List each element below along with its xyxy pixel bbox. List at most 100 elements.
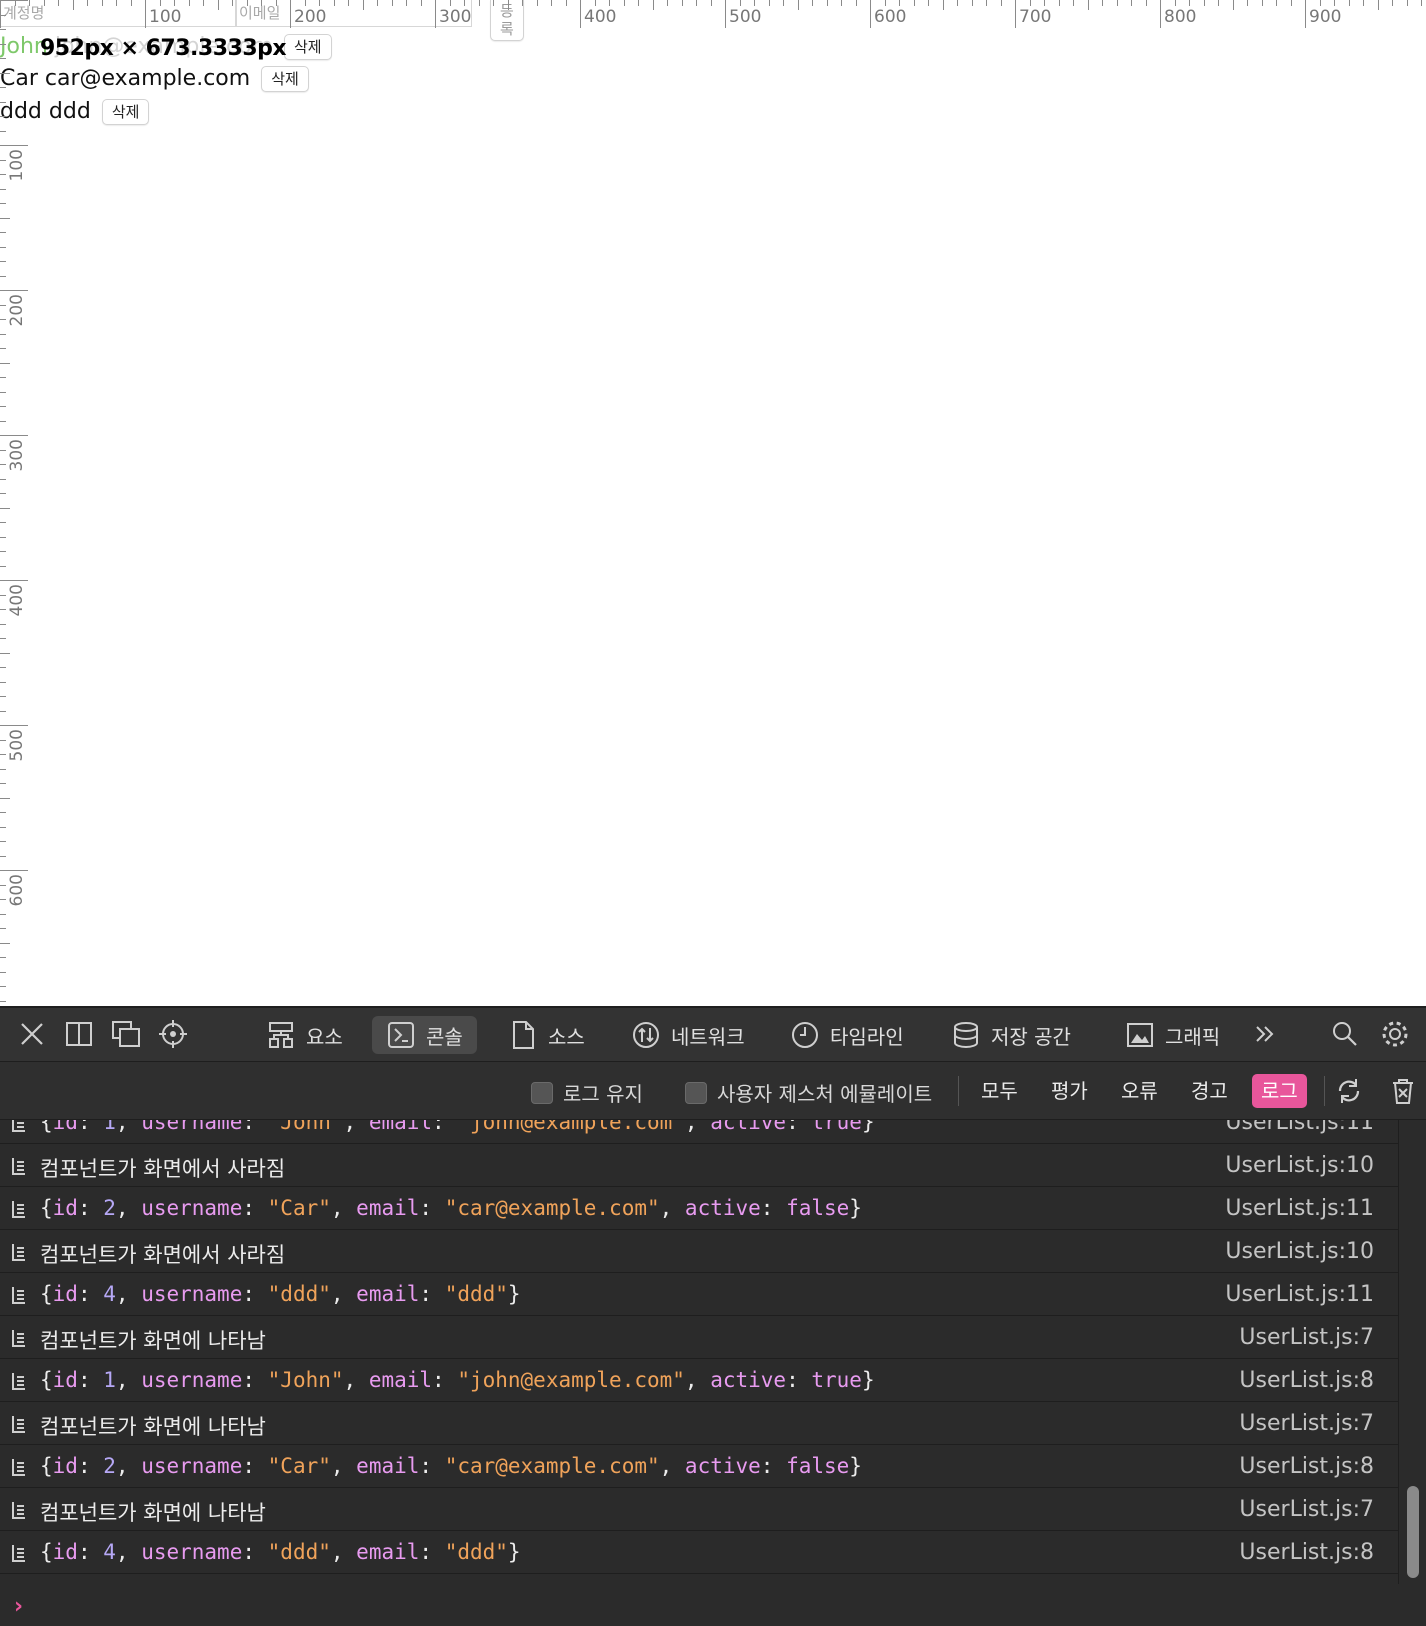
filter-errors[interactable]: 오류	[1112, 1074, 1167, 1108]
checkbox-label: 로그 유지	[563, 1082, 643, 1106]
console-log-row[interactable]: {id: 1, username: "John", email: "john@e…	[0, 1360, 1398, 1402]
reload-icon[interactable]	[1334, 1076, 1364, 1106]
object-key: email	[356, 1282, 420, 1306]
clear-console-icon[interactable]	[1388, 1076, 1418, 1106]
user-item: ddd ddd 삭제	[0, 99, 150, 125]
console-scrollbar[interactable]	[1398, 1120, 1426, 1584]
log-source-link[interactable]: UserList.js:11	[1225, 1282, 1374, 1307]
console-log-row[interactable]: 컴포넌트가 화면에 나타남 UserList.js:7	[0, 1489, 1398, 1531]
log-level-icon	[12, 1502, 25, 1519]
detach-window-icon[interactable]	[111, 1019, 141, 1049]
object-value: false	[786, 1454, 850, 1478]
checkbox-box[interactable]	[685, 1081, 707, 1104]
inspector-tab-bar: 요소 콘솔 소스 네트워크 타임라인 저장 공간 그래픽	[0, 1006, 1426, 1062]
object-value: 1	[103, 1120, 116, 1134]
delete-button[interactable]: 삭제	[283, 34, 332, 60]
object-key: id	[52, 1120, 78, 1134]
log-level-icon	[12, 1244, 25, 1261]
tab-label: 그래픽	[1165, 1024, 1221, 1049]
checkbox-box[interactable]	[531, 1081, 553, 1104]
object-key: active	[710, 1368, 787, 1392]
console-log-row[interactable]: {id: 1, username: "John", email: "john@e…	[0, 1120, 1398, 1144]
log-level-icon	[12, 1459, 25, 1476]
log-source-link[interactable]: UserList.js:8	[1239, 1368, 1374, 1393]
storage-icon	[954, 1022, 978, 1049]
object-key: id	[52, 1282, 78, 1306]
console-log-row[interactable]: {id: 2, username: "Car", email: "car@exa…	[0, 1188, 1398, 1230]
log-level-icon	[12, 1373, 25, 1390]
web-inspector: 요소 콘솔 소스 네트워크 타임라인 저장 공간 그래픽 로그 유지 사용자 제…	[0, 1006, 1426, 1626]
log-source-link[interactable]: UserList.js:8	[1239, 1540, 1374, 1565]
vertical-ruler: 100 200 300 400 500 600	[0, 0, 28, 1002]
username-input[interactable]: 계정명	[0, 0, 236, 27]
divider	[958, 1076, 959, 1106]
console-log-row[interactable]: {id: 4, username: "ddd", email: "ddd"} Us…	[0, 1532, 1398, 1574]
log-source-link[interactable]: UserList.js:7	[1239, 1411, 1374, 1436]
log-source-link[interactable]: UserList.js:8	[1239, 1454, 1374, 1479]
checkbox-label: 사용자 제스처 에뮬레이트	[717, 1082, 933, 1106]
more-tabs-icon[interactable]	[1250, 1019, 1280, 1049]
object-key: email	[368, 1120, 433, 1134]
log-source-link[interactable]: UserList.js:10	[1225, 1153, 1374, 1178]
console-log-row[interactable]: {id: 2, username: "Car", email: "car@exa…	[0, 1446, 1398, 1488]
log-message: {id: 4, username: "ddd", email: "ddd"}	[40, 1540, 521, 1564]
object-value: true	[811, 1120, 862, 1134]
settings-gear-icon[interactable]	[1380, 1019, 1410, 1049]
tab-graphics[interactable]: 그래픽	[1111, 1016, 1234, 1054]
timeline-icon	[792, 1022, 818, 1048]
filter-logs[interactable]: 로그	[1252, 1074, 1307, 1108]
preserve-log-checkbox[interactable]: 로그 유지	[531, 1078, 643, 1107]
log-level-icon	[12, 1416, 25, 1433]
log-source-link[interactable]: UserList.js:11	[1225, 1196, 1374, 1221]
object-value: 2	[103, 1454, 116, 1478]
console-log-row[interactable]: 컴포넌트가 화면에 나타남 UserList.js:7	[0, 1317, 1398, 1359]
console-log-row[interactable]: 컴포넌트가 화면에서 사라짐 UserList.js:10	[0, 1145, 1398, 1187]
log-level-icon	[12, 1120, 25, 1132]
object-key: username	[141, 1454, 243, 1478]
submit-button[interactable]: 등록	[490, 0, 524, 41]
element-picker-icon[interactable]	[158, 1019, 188, 1049]
graphics-icon	[1127, 1023, 1153, 1047]
console-messages: {id: 1, username: "John", email: "john@e…	[0, 1120, 1398, 1584]
filter-warnings[interactable]: 경고	[1182, 1074, 1237, 1108]
tab-elements[interactable]: 요소	[252, 1016, 357, 1054]
close-icon[interactable]	[17, 1019, 47, 1049]
email-input[interactable]: 이메일	[236, 0, 472, 27]
filter-evaluations[interactable]: 평가	[1042, 1074, 1097, 1108]
tab-storage[interactable]: 저장 공간	[937, 1016, 1085, 1054]
dimension-overlay: 952px × 673.3333px	[40, 36, 287, 61]
log-source-link[interactable]: UserList.js:10	[1225, 1239, 1374, 1264]
object-value: "john@example.com"	[457, 1120, 685, 1134]
filter-all[interactable]: 모두	[972, 1074, 1027, 1108]
console-log-row[interactable]: {id: 4, username: "ddd", email: "ddd"} Us…	[0, 1274, 1398, 1316]
log-message: 컴포넌트가 화면에 나타남	[40, 1501, 266, 1525]
sources-icon	[513, 1021, 534, 1049]
dock-side-icon[interactable]	[64, 1019, 94, 1049]
object-key: username	[141, 1368, 243, 1392]
ruler-label: 300	[7, 439, 27, 471]
log-source-link[interactable]: UserList.js:11	[1225, 1120, 1374, 1135]
emulate-user-gesture-checkbox[interactable]: 사용자 제스처 에뮬레이트	[685, 1078, 932, 1107]
log-message: {id: 2, username: "Car", email: "car@exa…	[40, 1454, 862, 1478]
object-value: "car@example.com"	[444, 1454, 660, 1478]
search-icon[interactable]	[1330, 1019, 1360, 1049]
object-value: 4	[103, 1282, 116, 1306]
console-log-row[interactable]: 컴포넌트가 화면에 나타남 UserList.js:7	[0, 1403, 1398, 1445]
tab-sources[interactable]: 소스	[494, 1016, 599, 1054]
log-source-link[interactable]: UserList.js:7	[1239, 1497, 1374, 1522]
user-email: car@example.com	[44, 66, 251, 91]
console-prompt[interactable]: ›	[0, 1584, 1426, 1626]
page-viewport: 계정명 이메일 등록 John john@example.com 삭제 Car …	[0, 0, 1426, 1006]
delete-button[interactable]: 삭제	[101, 99, 150, 125]
tab-console[interactable]: 콘솔	[372, 1016, 477, 1054]
scrollbar-thumb[interactable]	[1407, 1486, 1419, 1578]
log-level-icon	[12, 1287, 25, 1304]
tab-network[interactable]: 네트워크	[617, 1016, 759, 1054]
log-source-link[interactable]: UserList.js:7	[1239, 1325, 1374, 1350]
object-value: "John"	[267, 1368, 344, 1392]
console-log-row[interactable]: 컴포넌트가 화면에서 사라짐 UserList.js:10	[0, 1231, 1398, 1273]
tab-timeline[interactable]: 타임라인	[776, 1016, 918, 1054]
log-level-icon	[12, 1201, 25, 1218]
delete-button[interactable]: 삭제	[261, 66, 309, 92]
object-key: username	[141, 1282, 243, 1306]
